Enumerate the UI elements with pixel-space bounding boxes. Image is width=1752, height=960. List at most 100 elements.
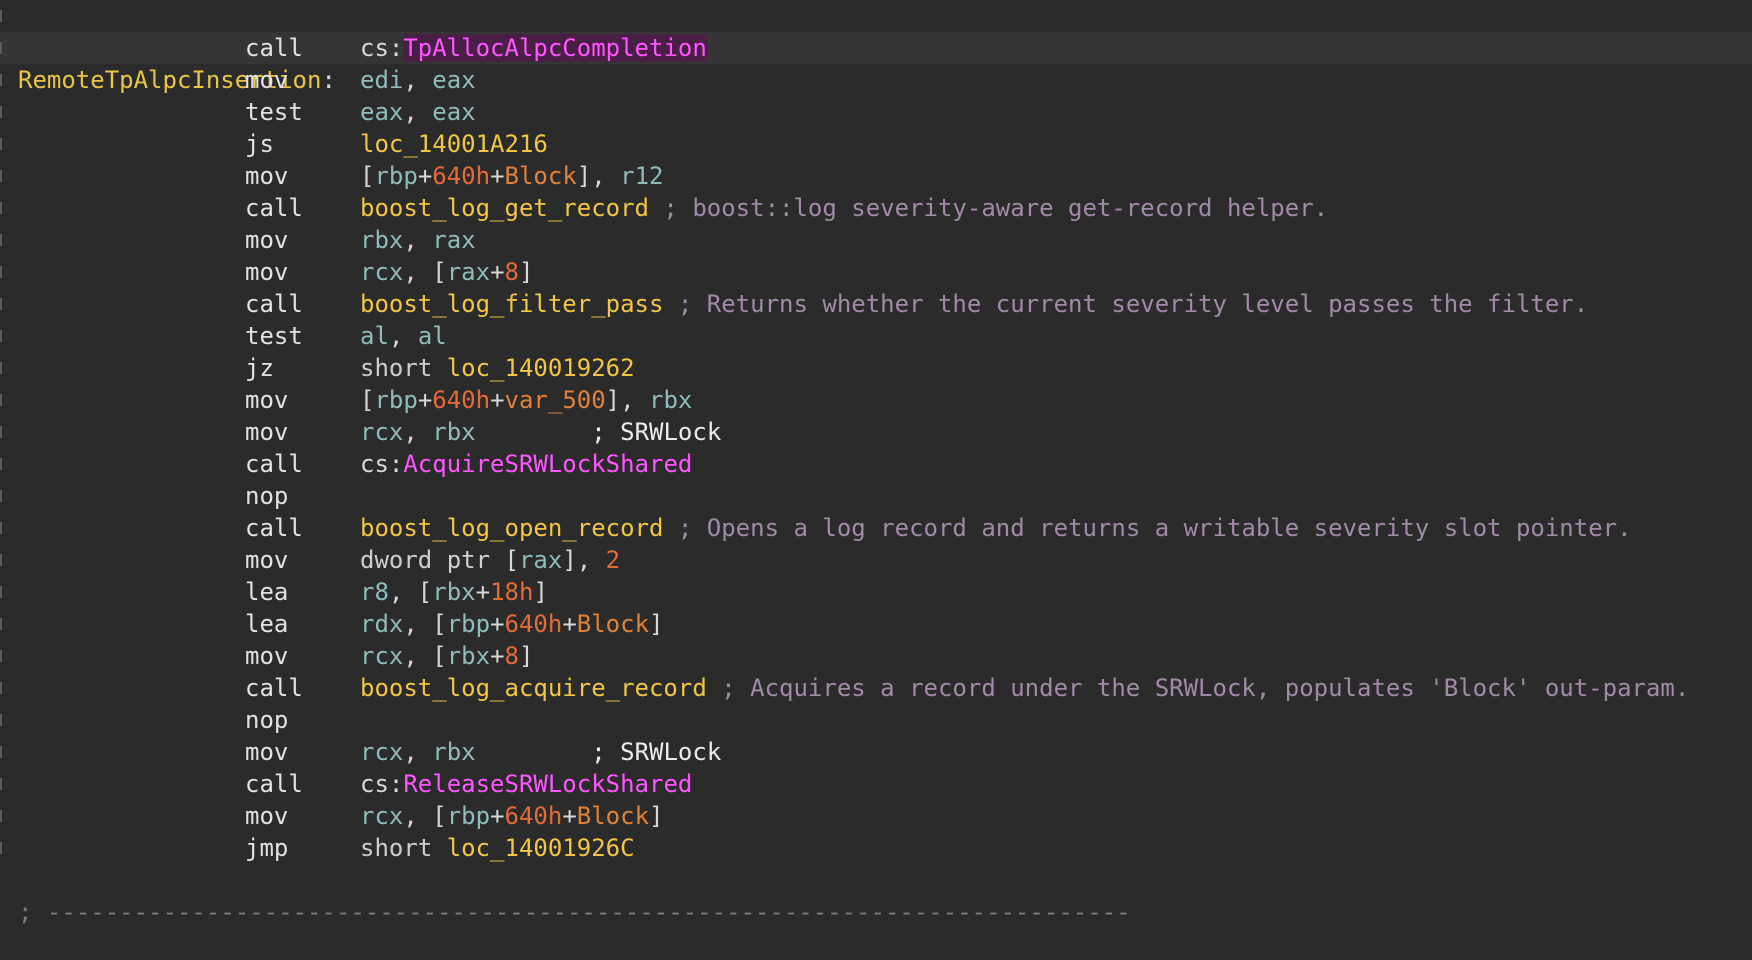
instruction-line[interactable]: test eax, eax (0, 96, 1752, 128)
register-operand[interactable]: r12 (620, 162, 663, 190)
register-operand[interactable]: rbp (374, 386, 417, 414)
instruction-line[interactable]: mov edi, eax (0, 64, 1752, 96)
instruction-line[interactable]: mov rbx, rax (0, 224, 1752, 256)
instruction-mnemonic[interactable]: test (245, 320, 303, 352)
instruction-mnemonic[interactable]: nop (245, 480, 288, 512)
symbol-reference[interactable]: boost_log_acquire_record (360, 674, 707, 702)
register-operand[interactable]: rcx (360, 738, 403, 766)
register-operand[interactable]: al (418, 322, 447, 350)
function-label-line[interactable]: RemoteTpAlpcInsertion: (0, 0, 1752, 94)
instruction-mnemonic[interactable]: call (245, 768, 303, 800)
register-operand[interactable]: rax (519, 546, 562, 574)
instruction-mnemonic[interactable]: mov (245, 64, 288, 96)
register-operand[interactable]: rcx (360, 418, 403, 446)
register-operand[interactable]: rdx (360, 610, 403, 638)
instruction-mnemonic[interactable]: mov (245, 800, 288, 832)
operand-punctuation: , (403, 226, 433, 254)
symbol-reference[interactable]: loc_14001A216 (360, 130, 548, 158)
register-operand[interactable]: al (360, 322, 389, 350)
stack-variable[interactable]: Block (577, 802, 649, 830)
instruction-mnemonic[interactable]: call (245, 32, 303, 64)
register-operand[interactable]: rbx (360, 226, 403, 254)
instruction-line[interactable]: call cs:ReleaseSRWLockShared (0, 768, 1752, 800)
instruction-line[interactable]: call cs:AcquireSRWLockShared (0, 448, 1752, 480)
instruction-mnemonic[interactable]: test (245, 96, 303, 128)
register-operand[interactable]: eax (360, 98, 403, 126)
instruction-mnemonic[interactable]: mov (245, 160, 288, 192)
register-operand[interactable]: rcx (360, 642, 403, 670)
instruction-mnemonic[interactable]: js (245, 128, 274, 160)
instruction-mnemonic[interactable]: jz (245, 352, 274, 384)
instruction-line[interactable]: jmp short loc_14001926C (0, 832, 1752, 864)
instruction-line[interactable]: mov dword ptr [rax], 2 (0, 544, 1752, 576)
register-operand[interactable]: eax (432, 66, 475, 94)
instruction-mnemonic[interactable]: mov (245, 384, 288, 416)
instruction-line[interactable]: jz short loc_140019262 (0, 352, 1752, 384)
instruction-mnemonic[interactable]: mov (245, 544, 288, 576)
symbol-reference[interactable]: loc_140019262 (447, 354, 635, 382)
register-operand[interactable]: rbp (374, 162, 417, 190)
register-operand[interactable]: rbx (432, 418, 475, 446)
instruction-mnemonic[interactable]: jmp (245, 832, 288, 864)
register-operand[interactable]: rcx (360, 802, 403, 830)
instruction-line[interactable]: nop (0, 480, 1752, 512)
symbol-reference[interactable]: loc_14001926C (447, 834, 635, 862)
instruction-line[interactable]: mov [rbp+640h+Block], r12 (0, 160, 1752, 192)
stack-variable[interactable]: Block (505, 162, 577, 190)
instruction-line[interactable]: js loc_14001A216 (0, 128, 1752, 160)
instruction-line[interactable]: mov rcx, rbx ; SRWLock (0, 416, 1752, 448)
instruction-line[interactable]: call boost_log_get_record ; boost::log se… (0, 192, 1752, 224)
register-operand[interactable]: rax (432, 226, 475, 254)
instruction-mnemonic[interactable]: mov (245, 224, 288, 256)
operand-punctuation: , [ (403, 802, 447, 830)
register-operand[interactable]: rax (447, 258, 490, 286)
instruction-mnemonic[interactable]: mov (245, 256, 288, 288)
register-operand[interactable]: rbp (447, 610, 490, 638)
register-operand[interactable]: r8 (360, 578, 389, 606)
register-operand[interactable]: eax (432, 98, 475, 126)
instruction-line[interactable]: mov rcx, [rbx+8] (0, 640, 1752, 672)
instruction-line[interactable]: mov rcx, [rbp+640h+Block] (0, 800, 1752, 832)
symbol-reference[interactable]: boost_log_filter_pass (360, 290, 663, 318)
instruction-mnemonic[interactable]: call (245, 192, 303, 224)
instruction-line[interactable]: call boost_log_acquire_record ; Acquires … (0, 672, 1752, 704)
symbol-reference[interactable]: boost_log_get_record (360, 194, 649, 222)
instruction-line[interactable]: call boost_log_filter_pass ; Returns whet… (0, 288, 1752, 320)
import-reference[interactable]: AcquireSRWLockShared (403, 450, 692, 478)
instruction-mnemonic[interactable]: lea (245, 576, 288, 608)
stack-variable[interactable]: Block (577, 610, 649, 638)
stack-variable[interactable]: var_500 (505, 386, 606, 414)
operand-punctuation: ], (605, 386, 650, 414)
instruction-line[interactable]: mov rcx, [rax+8] (0, 256, 1752, 288)
instruction-line[interactable]: mov [rbp+640h+var_500], rbx (0, 384, 1752, 416)
instruction-line[interactable]: nop (0, 704, 1752, 736)
instruction-mnemonic[interactable]: nop (245, 704, 288, 736)
instruction-mnemonic[interactable]: lea (245, 608, 288, 640)
register-operand[interactable]: rbx (649, 386, 692, 414)
register-operand[interactable]: rbx (447, 642, 490, 670)
gutter-marker (0, 586, 2, 598)
instruction-line[interactable]: mov rcx, rbx ; SRWLock (0, 736, 1752, 768)
instruction-mnemonic[interactable]: mov (245, 736, 288, 768)
instruction-line[interactable]: test al, al (0, 320, 1752, 352)
instruction-line[interactable]: call cs:TpAllocAlpcCompletion (0, 32, 1752, 64)
disassembly-listing[interactable]: RemoteTpAlpcInsertion: call cs:TpAllocAlp… (0, 0, 1752, 926)
numeric-constant: 640h (504, 610, 563, 638)
instruction-mnemonic[interactable]: mov (245, 640, 288, 672)
register-operand[interactable]: edi (360, 66, 403, 94)
instruction-mnemonic[interactable]: call (245, 448, 303, 480)
register-operand[interactable]: rbx (432, 738, 475, 766)
instruction-line[interactable]: lea r8, [rbx+18h] (0, 576, 1752, 608)
instruction-mnemonic[interactable]: call (245, 288, 303, 320)
import-reference[interactable]: ReleaseSRWLockShared (403, 770, 692, 798)
instruction-mnemonic[interactable]: mov (245, 416, 288, 448)
import-reference-highlighted[interactable]: TpAllocAlpcCompletion (403, 34, 707, 62)
instruction-line[interactable]: lea rdx, [rbp+640h+Block] (0, 608, 1752, 640)
register-operand[interactable]: rbx (432, 578, 475, 606)
symbol-reference[interactable]: boost_log_open_record (360, 514, 663, 542)
register-operand[interactable]: rbp (447, 802, 490, 830)
instruction-line[interactable]: call boost_log_open_record ; Opens a log … (0, 512, 1752, 544)
instruction-mnemonic[interactable]: call (245, 512, 303, 544)
instruction-mnemonic[interactable]: call (245, 672, 303, 704)
register-operand[interactable]: rcx (360, 258, 403, 286)
